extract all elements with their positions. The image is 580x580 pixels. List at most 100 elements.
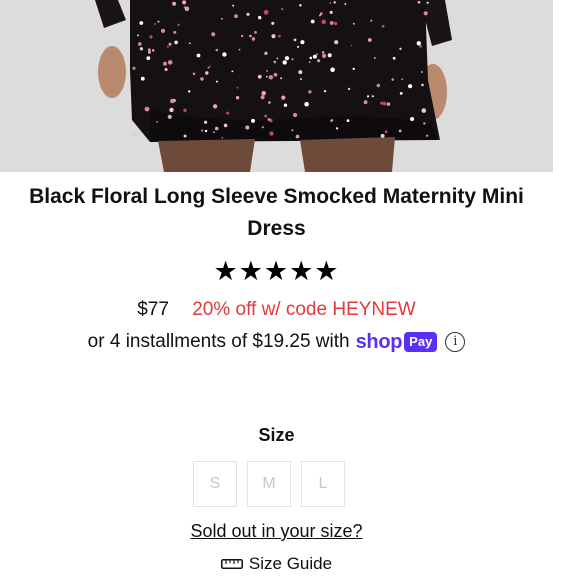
floral-dot [363, 100, 368, 105]
floral-dot [160, 28, 166, 33]
floral-dot [401, 78, 404, 81]
floral-dot [139, 21, 144, 25]
floral-dot [215, 80, 218, 83]
floral-dot [324, 90, 327, 93]
floral-dot [297, 45, 300, 48]
floral-dot [205, 71, 209, 75]
sold-out-link[interactable]: Sold out in your size? [0, 521, 553, 542]
floral-dot [146, 56, 151, 60]
floral-dot [152, 49, 155, 52]
floral-dot [138, 42, 142, 46]
floral-dot [330, 119, 333, 122]
floral-dot [347, 87, 351, 91]
rating-stars[interactable]: ★★★★★ [0, 256, 553, 286]
floral-dot [266, 70, 268, 72]
floral-dot [268, 75, 274, 80]
floral-dot [380, 133, 385, 138]
floral-dot [133, 133, 137, 137]
floral-dot [329, 10, 333, 14]
floral-dot [420, 71, 423, 73]
floral-dot [245, 125, 250, 130]
floral-dot [284, 56, 290, 61]
floral-dot [346, 119, 350, 122]
floral-dot [398, 129, 402, 133]
floral-dot [423, 122, 426, 125]
floral-dot [329, 2, 332, 4]
product-title: Black Floral Long Sleeve Smocked Materni… [29, 185, 524, 240]
floral-dot [423, 11, 428, 16]
floral-dot [426, 1, 429, 4]
floral-dot [283, 103, 288, 107]
floral-dot [211, 32, 216, 37]
floral-dot [376, 83, 380, 88]
floral-dot [384, 130, 388, 134]
size-option-s[interactable]: S [193, 461, 237, 507]
floral-dot [240, 34, 244, 38]
floral-dot [317, 59, 321, 63]
floral-dot [231, 70, 234, 73]
floral-dot [276, 57, 279, 60]
floral-dot [137, 34, 139, 37]
floral-dot [149, 35, 153, 39]
floral-dot [408, 84, 413, 89]
floral-dot [169, 107, 174, 113]
floral-dot [164, 68, 168, 71]
floral-dot [212, 104, 218, 109]
floral-dot [271, 34, 276, 39]
floral-dot [312, 54, 317, 59]
floral-dot [209, 65, 212, 68]
floral-dot [207, 66, 210, 69]
floral-dot [310, 19, 315, 24]
floral-dot [316, 53, 318, 56]
size-option-m[interactable]: M [247, 461, 291, 507]
floral-dot [333, 1, 336, 4]
floral-dot [260, 95, 265, 100]
floral-dot [334, 40, 339, 45]
size-guide-link[interactable]: Size Guide [0, 554, 553, 574]
floral-dot [321, 51, 325, 54]
floral-dot [183, 134, 187, 138]
floral-dot [221, 137, 224, 139]
floral-dot [172, 1, 177, 6]
info-icon[interactable]: i [445, 332, 466, 352]
floral-dot [391, 78, 395, 81]
floral-dot [271, 21, 275, 25]
floral-dot [278, 34, 281, 38]
floral-dot [295, 134, 300, 139]
floral-dot [174, 40, 178, 45]
floral-dot [367, 38, 372, 42]
size-option-l[interactable]: L [301, 461, 345, 507]
product-image[interactable] [0, 0, 553, 172]
floral-dot [177, 23, 180, 26]
product-photo [0, 0, 553, 172]
floral-dot [273, 72, 278, 77]
floral-dot [251, 37, 256, 41]
floral-dot [333, 21, 338, 26]
floral-dot [392, 56, 396, 60]
floral-dot [200, 77, 204, 81]
floral-dot [300, 40, 305, 45]
floral-dot [254, 31, 257, 34]
floral-dot [144, 106, 150, 112]
price: $77 [137, 299, 169, 320]
floral-dot [282, 60, 287, 65]
floral-dot [220, 17, 223, 20]
floral-dot [299, 78, 302, 81]
floral-dot [293, 112, 298, 118]
floral-dot [269, 131, 274, 136]
floral-dot [196, 53, 201, 58]
floral-dot [173, 30, 177, 34]
floral-dot [291, 58, 294, 61]
promo-text: 20% off w/ code HEYNEW [192, 299, 416, 320]
floral-dot [281, 95, 286, 100]
floral-dot [263, 9, 269, 15]
floral-dot [386, 102, 391, 106]
floral-dot [192, 72, 196, 76]
floral-dot [267, 118, 271, 121]
floral-dot [188, 90, 191, 93]
floral-dot [344, 3, 347, 5]
floral-dot [251, 118, 255, 123]
floral-dot [156, 120, 159, 123]
floral-dot [140, 76, 145, 81]
floral-dot [246, 12, 250, 16]
